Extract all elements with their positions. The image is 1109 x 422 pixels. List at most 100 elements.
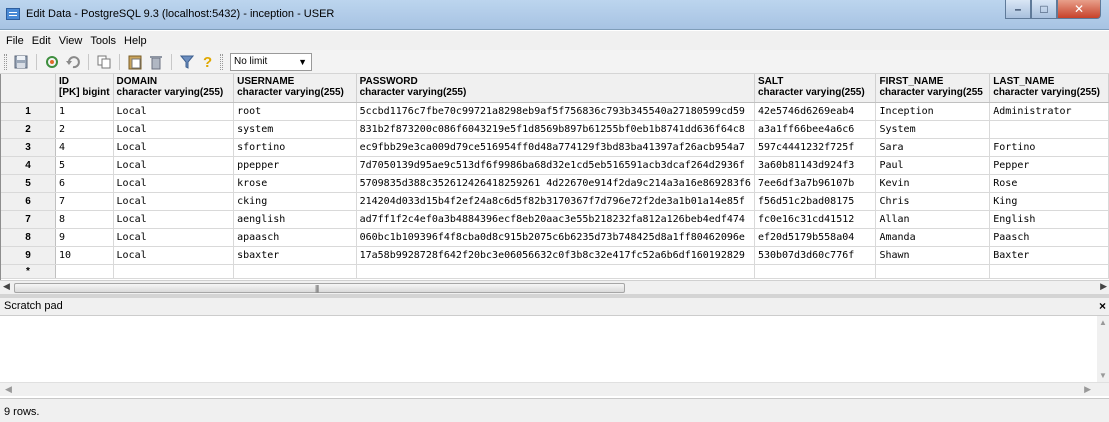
- cell-empty[interactable]: [55, 264, 114, 279]
- cell-salt[interactable]: 7ee6df3a7b96107b: [754, 174, 877, 193]
- cell-id[interactable]: 1: [55, 102, 114, 121]
- cell-username[interactable]: krose: [233, 174, 357, 193]
- menu-tools[interactable]: Tools: [88, 35, 122, 47]
- cell-first-name[interactable]: Shawn: [875, 246, 991, 265]
- cell-salt[interactable]: 42e5746d6269eab4: [754, 102, 877, 121]
- cell-password[interactable]: 5709835d388c352612426418259261 4d22670e9…: [356, 174, 755, 193]
- cell-password[interactable]: 060bc1b109396f4f8cba0d8c915b2075c6b6235d…: [356, 228, 755, 247]
- cell-password[interactable]: 214204d033d15b4f2ef24a8c6d5f82b3170367f7…: [356, 192, 755, 211]
- cell-salt[interactable]: fc0e16c31cd41512: [754, 210, 877, 229]
- minimize-button[interactable]: –: [1005, 0, 1031, 19]
- new-row[interactable]: *: [1, 264, 1109, 279]
- row-number[interactable]: 4: [1, 156, 56, 175]
- help-icon[interactable]: ?: [199, 53, 217, 71]
- column-header-last-name[interactable]: LAST_NAME character varying(255): [989, 74, 1109, 103]
- maximize-button[interactable]: □: [1031, 0, 1057, 19]
- cell-last-name[interactable]: Fortino: [989, 138, 1109, 157]
- scratch-pad-textarea[interactable]: [0, 316, 1109, 382]
- delete-icon[interactable]: [147, 53, 165, 71]
- cell-empty[interactable]: [989, 264, 1109, 279]
- row-limit-select[interactable]: No limit ▼: [230, 52, 312, 71]
- cell-salt[interactable]: 597c4441232f725f: [754, 138, 877, 157]
- scrollbar-thumb[interactable]: |||: [14, 283, 625, 293]
- cell-salt[interactable]: 3a60b81143d924f3: [754, 156, 877, 175]
- cell-empty[interactable]: [754, 264, 877, 279]
- cell-domain[interactable]: Local: [113, 246, 235, 265]
- table-row[interactable]: 1 1 Local root 5ccbd1176c7fbe70c99721a8298eb…: [1, 102, 1109, 121]
- cell-password[interactable]: 831b2f873200c086f6043219e5f1d8569b897b61…: [356, 120, 755, 139]
- cell-first-name[interactable]: Sara: [875, 138, 991, 157]
- column-header-domain[interactable]: DOMAIN character varying(255): [113, 74, 235, 103]
- close-button[interactable]: ✕: [1057, 0, 1101, 19]
- cell-last-name[interactable]: Administrator: [989, 102, 1109, 121]
- table-row[interactable]: 6 7 Local cking 214204d033d15b4f2ef24a8c6d5f…: [1, 192, 1109, 211]
- copy-icon[interactable]: [95, 53, 113, 71]
- cell-salt[interactable]: 530b07d3d60c776f: [754, 246, 877, 265]
- cell-password[interactable]: ec9fbb29e3ca009d79ce516954ff0d48a774129f…: [356, 138, 755, 157]
- cell-domain[interactable]: Local: [113, 102, 235, 121]
- cell-last-name[interactable]: Baxter: [989, 246, 1109, 265]
- table-row[interactable]: 8 9 Local apaasch 060bc1b109396f4f8cba0d8c91…: [1, 228, 1109, 247]
- cell-username[interactable]: cking: [233, 192, 357, 211]
- row-number[interactable]: 8: [1, 228, 56, 247]
- scroll-left-icon[interactable]: ◀: [5, 384, 12, 395]
- cell-id[interactable]: 4: [55, 138, 114, 157]
- cell-last-name[interactable]: Paasch: [989, 228, 1109, 247]
- cell-first-name[interactable]: Paul: [875, 156, 991, 175]
- cell-id[interactable]: 5: [55, 156, 114, 175]
- cell-first-name[interactable]: Allan: [875, 210, 991, 229]
- table-row[interactable]: 3 4 Local sfortino ec9fbb29e3ca009d79ce51695…: [1, 138, 1109, 157]
- undo-icon[interactable]: [64, 53, 82, 71]
- cell-first-name[interactable]: Amanda: [875, 228, 991, 247]
- cell-last-name[interactable]: English: [989, 210, 1109, 229]
- save-icon[interactable]: [12, 53, 30, 71]
- cell-password[interactable]: 5ccbd1176c7fbe70c99721a8298eb9af5f756836…: [356, 102, 755, 121]
- cell-id[interactable]: 2: [55, 120, 114, 139]
- cell-id[interactable]: 7: [55, 192, 114, 211]
- cell-empty[interactable]: [113, 264, 235, 279]
- cell-password[interactable]: ad7ff1f2c4ef0a3b4884396ecf8eb20aac3e55b2…: [356, 210, 755, 229]
- scroll-up-icon[interactable]: ▲: [1099, 318, 1107, 327]
- scroll-left-icon[interactable]: ◀: [3, 281, 10, 292]
- filter-icon[interactable]: [178, 53, 196, 71]
- cell-id[interactable]: 9: [55, 228, 114, 247]
- cell-username[interactable]: ppepper: [233, 156, 357, 175]
- table-row[interactable]: 5 6 Local krose 5709835d388c3526124264182592…: [1, 174, 1109, 193]
- row-number[interactable]: 1: [1, 102, 56, 121]
- cell-username[interactable]: aenglish: [233, 210, 357, 229]
- cell-domain[interactable]: Local: [113, 210, 235, 229]
- row-number[interactable]: 7: [1, 210, 56, 229]
- column-header-salt[interactable]: SALT character varying(255): [754, 74, 877, 103]
- cell-last-name[interactable]: Pepper: [989, 156, 1109, 175]
- menu-view[interactable]: View: [57, 35, 89, 47]
- new-row-marker[interactable]: *: [1, 264, 56, 279]
- cell-domain[interactable]: Local: [113, 156, 235, 175]
- scratch-horizontal-scrollbar[interactable]: ◀ ▶: [0, 382, 1109, 396]
- paste-icon[interactable]: [126, 53, 144, 71]
- cell-first-name[interactable]: Inception: [875, 102, 991, 121]
- cell-empty[interactable]: [356, 264, 755, 279]
- close-icon[interactable]: ×: [1099, 299, 1106, 313]
- cell-last-name[interactable]: Rose: [989, 174, 1109, 193]
- grid-horizontal-scrollbar[interactable]: ◀ ||| ▶: [0, 280, 1109, 294]
- column-header-username[interactable]: USERNAME character varying(255): [233, 74, 357, 103]
- cell-domain[interactable]: Local: [113, 120, 235, 139]
- cell-first-name[interactable]: System: [875, 120, 991, 139]
- cell-username[interactable]: sbaxter: [233, 246, 357, 265]
- cell-first-name[interactable]: Chris: [875, 192, 991, 211]
- cell-empty[interactable]: [875, 264, 991, 279]
- cell-salt[interactable]: f56d51c2bad08175: [754, 192, 877, 211]
- cell-last-name[interactable]: King: [989, 192, 1109, 211]
- cell-id[interactable]: 8: [55, 210, 114, 229]
- cell-salt[interactable]: ef20d5179b558a04: [754, 228, 877, 247]
- row-number[interactable]: 2: [1, 120, 56, 139]
- table-row[interactable]: 2 2 Local system 831b2f873200c086f6043219e5f…: [1, 120, 1109, 139]
- cell-empty[interactable]: [233, 264, 357, 279]
- scroll-right-icon[interactable]: ▶: [1100, 281, 1107, 292]
- scratch-vertical-scrollbar[interactable]: ▲ ▼: [1097, 316, 1109, 382]
- column-header-password[interactable]: PASSWORD character varying(255): [356, 74, 755, 103]
- row-number[interactable]: 9: [1, 246, 56, 265]
- column-header-first-name[interactable]: FIRST_NAME character varying(255: [875, 74, 991, 103]
- scroll-down-icon[interactable]: ▼: [1099, 371, 1107, 380]
- row-number[interactable]: 5: [1, 174, 56, 193]
